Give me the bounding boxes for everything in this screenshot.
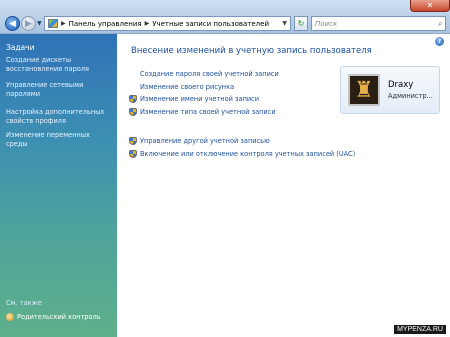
refresh-button[interactable]: ↻ <box>294 16 308 31</box>
search-placeholder: Поиск <box>315 19 338 28</box>
task-change-account-name[interactable]: Изменение имени учетной записи <box>129 95 259 103</box>
window-close-button[interactable]: ✕ <box>410 0 450 12</box>
sidebar-link-environment-variables[interactable]: Изменение переменных среды <box>6 131 112 148</box>
task-sidebar: Задачи Создание дискеты восстановления п… <box>0 34 117 337</box>
sidebar-link-password-reset-disk[interactable]: Создание дискеты восстановления пароля <box>6 56 112 73</box>
search-input[interactable]: Поиск ⌕ <box>311 16 446 31</box>
chess-pieces-avatar-icon: ♜ <box>354 77 374 103</box>
recent-pages-dropdown[interactable]: ▼ <box>37 20 42 27</box>
navigation-bar: ✕ ◀ ▶ ▼ ▶ Панель управления ▶ Учетные за… <box>0 0 450 34</box>
uac-shield-icon <box>129 137 137 145</box>
task-toggle-uac[interactable]: Включение или отключение контроля учетны… <box>129 150 355 158</box>
task-label: Изменение имени учетной записи <box>140 95 260 103</box>
sidebar-link-network-passwords[interactable]: Управление сетевыми паролями <box>6 81 112 98</box>
refresh-icon: ↻ <box>297 19 305 28</box>
parental-control-icon <box>6 313 14 321</box>
task-change-account-type[interactable]: Изменение типа своей учетной записи <box>129 108 276 116</box>
see-also-heading: См. также <box>6 299 42 307</box>
task-label: Включение или отключение контроля учетны… <box>140 150 356 158</box>
forward-button[interactable]: ▶ <box>21 16 36 31</box>
address-box[interactable]: ▶ Панель управления ▶ Учетные записи пол… <box>44 16 291 31</box>
task-change-picture[interactable]: Изменение своего рисунка <box>129 83 234 91</box>
task-label: Изменение типа своей учетной записи <box>140 108 276 116</box>
user-role: Администр... <box>388 92 433 100</box>
parental-control-label: Родительский контроль <box>17 313 101 321</box>
main-content: ? Внесение изменений в учетную запись по… <box>117 34 450 337</box>
sidebar-link-advanced-profile[interactable]: Настройка дополнительных свойств профиля <box>6 108 112 125</box>
avatar: ♜ <box>348 74 380 106</box>
help-icon[interactable]: ? <box>435 37 444 46</box>
uac-shield-icon <box>129 95 137 103</box>
breadcrumb-control-panel[interactable]: Панель управления <box>69 20 142 28</box>
control-panel-icon <box>48 19 58 28</box>
sidebar-title: Задачи <box>6 43 35 52</box>
task-label: Управление другой учетной записью <box>140 137 270 145</box>
uac-shield-icon <box>129 150 137 158</box>
search-icon[interactable]: ⌕ <box>438 19 442 29</box>
back-arrow-icon: ◀ <box>9 18 16 29</box>
forward-arrow-icon: ▶ <box>25 18 32 29</box>
back-button[interactable]: ◀ <box>5 16 20 31</box>
breadcrumb-separator-icon[interactable]: ▶ <box>61 20 66 27</box>
user-account-card: ♜ Draxy Администр... <box>340 66 440 114</box>
task-label: Изменение своего рисунка <box>140 83 235 91</box>
address-dropdown-icon[interactable]: ▼ <box>282 20 287 27</box>
breadcrumb-separator-icon[interactable]: ▶ <box>145 20 150 27</box>
uac-shield-icon <box>129 108 137 116</box>
user-name: Draxy <box>388 80 414 90</box>
task-manage-another-account[interactable]: Управление другой учетной записью <box>129 137 270 145</box>
task-create-password[interactable]: Создание пароля своей учетной записи <box>129 70 279 78</box>
task-label: Создание пароля своей учетной записи <box>140 70 279 78</box>
breadcrumb-user-accounts[interactable]: Учетные записи пользователей <box>152 20 269 28</box>
page-title: Внесение изменений в учетную запись поль… <box>131 46 372 56</box>
sidebar-link-parental-control[interactable]: Родительский контроль <box>6 313 101 321</box>
watermark: MYPENZA.RU <box>394 325 446 334</box>
